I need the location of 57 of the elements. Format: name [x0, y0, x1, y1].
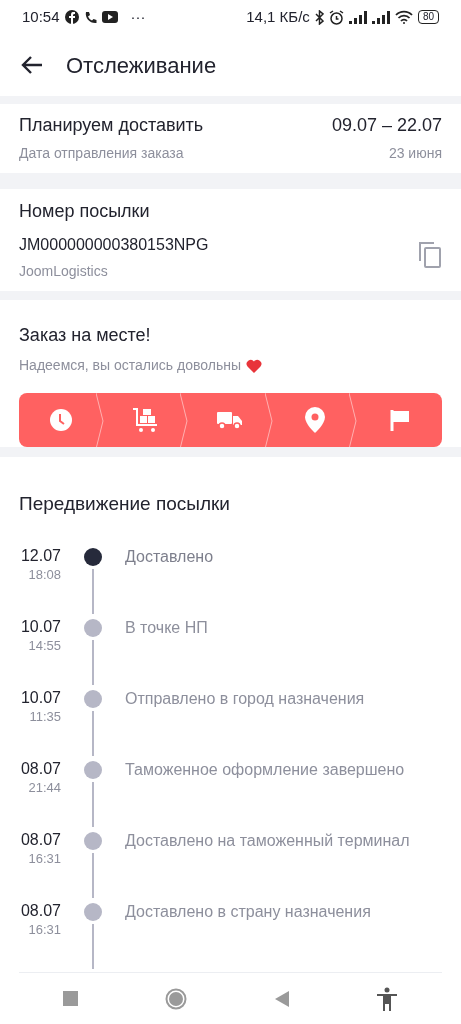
video-icon [101, 11, 118, 24]
more-notifications: ··· [130, 7, 146, 27]
event-date: 10.07 [20, 617, 61, 638]
step-divider [180, 393, 189, 448]
movement-title: Передвижение посылки [19, 491, 231, 516]
truck-icon [217, 410, 244, 431]
event-description: В точке НП [125, 618, 208, 639]
heart-icon [246, 358, 262, 373]
event-date: 08.07 [20, 759, 61, 780]
step-divider [264, 393, 273, 448]
wifi-icon [394, 10, 413, 25]
delivery-subtitle: Дата отправления заказа [19, 144, 185, 164]
event-description: Таможенное оформление завершено [125, 760, 405, 781]
clock-icon [49, 408, 74, 433]
signal-icon [371, 10, 390, 24]
alarm-icon [328, 9, 344, 25]
delivery-title: Планируем доставить [19, 114, 204, 138]
back-icon[interactable] [274, 990, 289, 1007]
event-date: 12.07 [20, 546, 61, 567]
carrier-name: JoomLogistics [19, 262, 109, 282]
status-subtitle: Надеемся, вы остались довольны [19, 356, 241, 376]
flag-icon [389, 409, 410, 432]
event-time: 16:31 [28, 850, 61, 869]
event-description: Доставлено в страну назначения [125, 902, 371, 923]
event-time: 18:08 [28, 566, 61, 585]
event-time: 11:35 [29, 708, 61, 727]
phone-icon [83, 10, 97, 24]
facebook-icon [64, 10, 79, 25]
event-description: Доставлено [125, 547, 214, 568]
event-date: 08.07 [20, 830, 61, 851]
event-time: 14:55 [28, 637, 61, 656]
battery-level: 80 [417, 10, 439, 25]
step-divider [349, 393, 358, 448]
event-time: 21:44 [28, 779, 61, 798]
copy-icon[interactable] [418, 241, 442, 270]
location-pin-icon [305, 407, 326, 434]
event-date: 10.07 [20, 688, 61, 709]
event-description: Отправлено в город назначения [125, 689, 365, 710]
bluetooth-icon [314, 9, 324, 25]
parcel-title: Номер посылки [19, 200, 151, 224]
network-speed: 14,1 КБ/с [246, 7, 310, 27]
accessibility-icon[interactable] [376, 986, 399, 1011]
event-description: Доставлено на таможенный терминал [125, 831, 410, 852]
tracking-number: JM000000000380153NPG [19, 235, 209, 256]
status-time: 10:54 [22, 7, 60, 27]
delivery-range: 09.07 – 22.07 [331, 114, 442, 138]
status-title: Заказ на месте! [19, 324, 152, 348]
back-arrow-icon[interactable] [20, 55, 44, 76]
page-title: Отслеживание [66, 51, 217, 80]
event-date: 08.07 [20, 901, 61, 922]
cart-icon [131, 407, 160, 434]
event-time: 16:31 [28, 921, 61, 940]
home-icon[interactable] [165, 987, 188, 1010]
step-divider [95, 393, 104, 448]
signal-icon [348, 10, 367, 24]
recent-apps-icon[interactable] [62, 991, 78, 1007]
order-date: 23 июня [388, 144, 442, 164]
